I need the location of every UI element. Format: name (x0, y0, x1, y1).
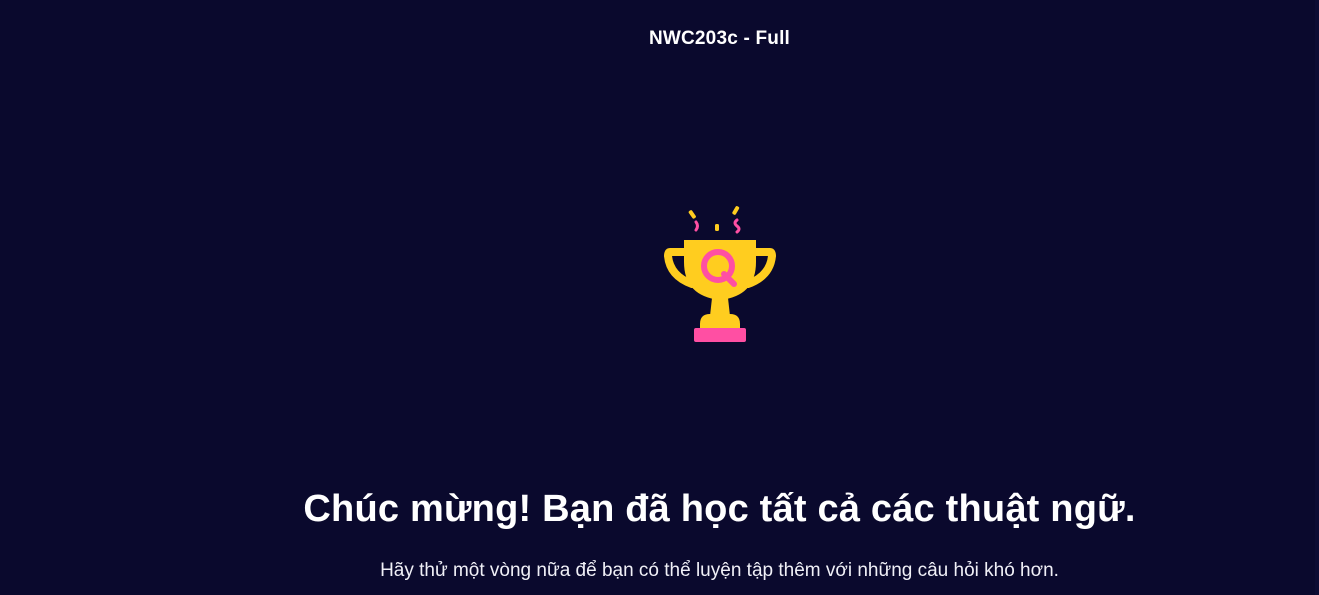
trophy-icon (664, 206, 776, 342)
completion-heading: Chúc mừng! Bạn đã học tất cả các thuật n… (303, 488, 1136, 530)
completion-subtext: Hãy thử một vòng nữa để bạn có thể luyện… (380, 560, 1059, 581)
set-title[interactable]: NWC203c - Full (0, 28, 1319, 50)
scrollbar[interactable] (1315, 0, 1319, 595)
